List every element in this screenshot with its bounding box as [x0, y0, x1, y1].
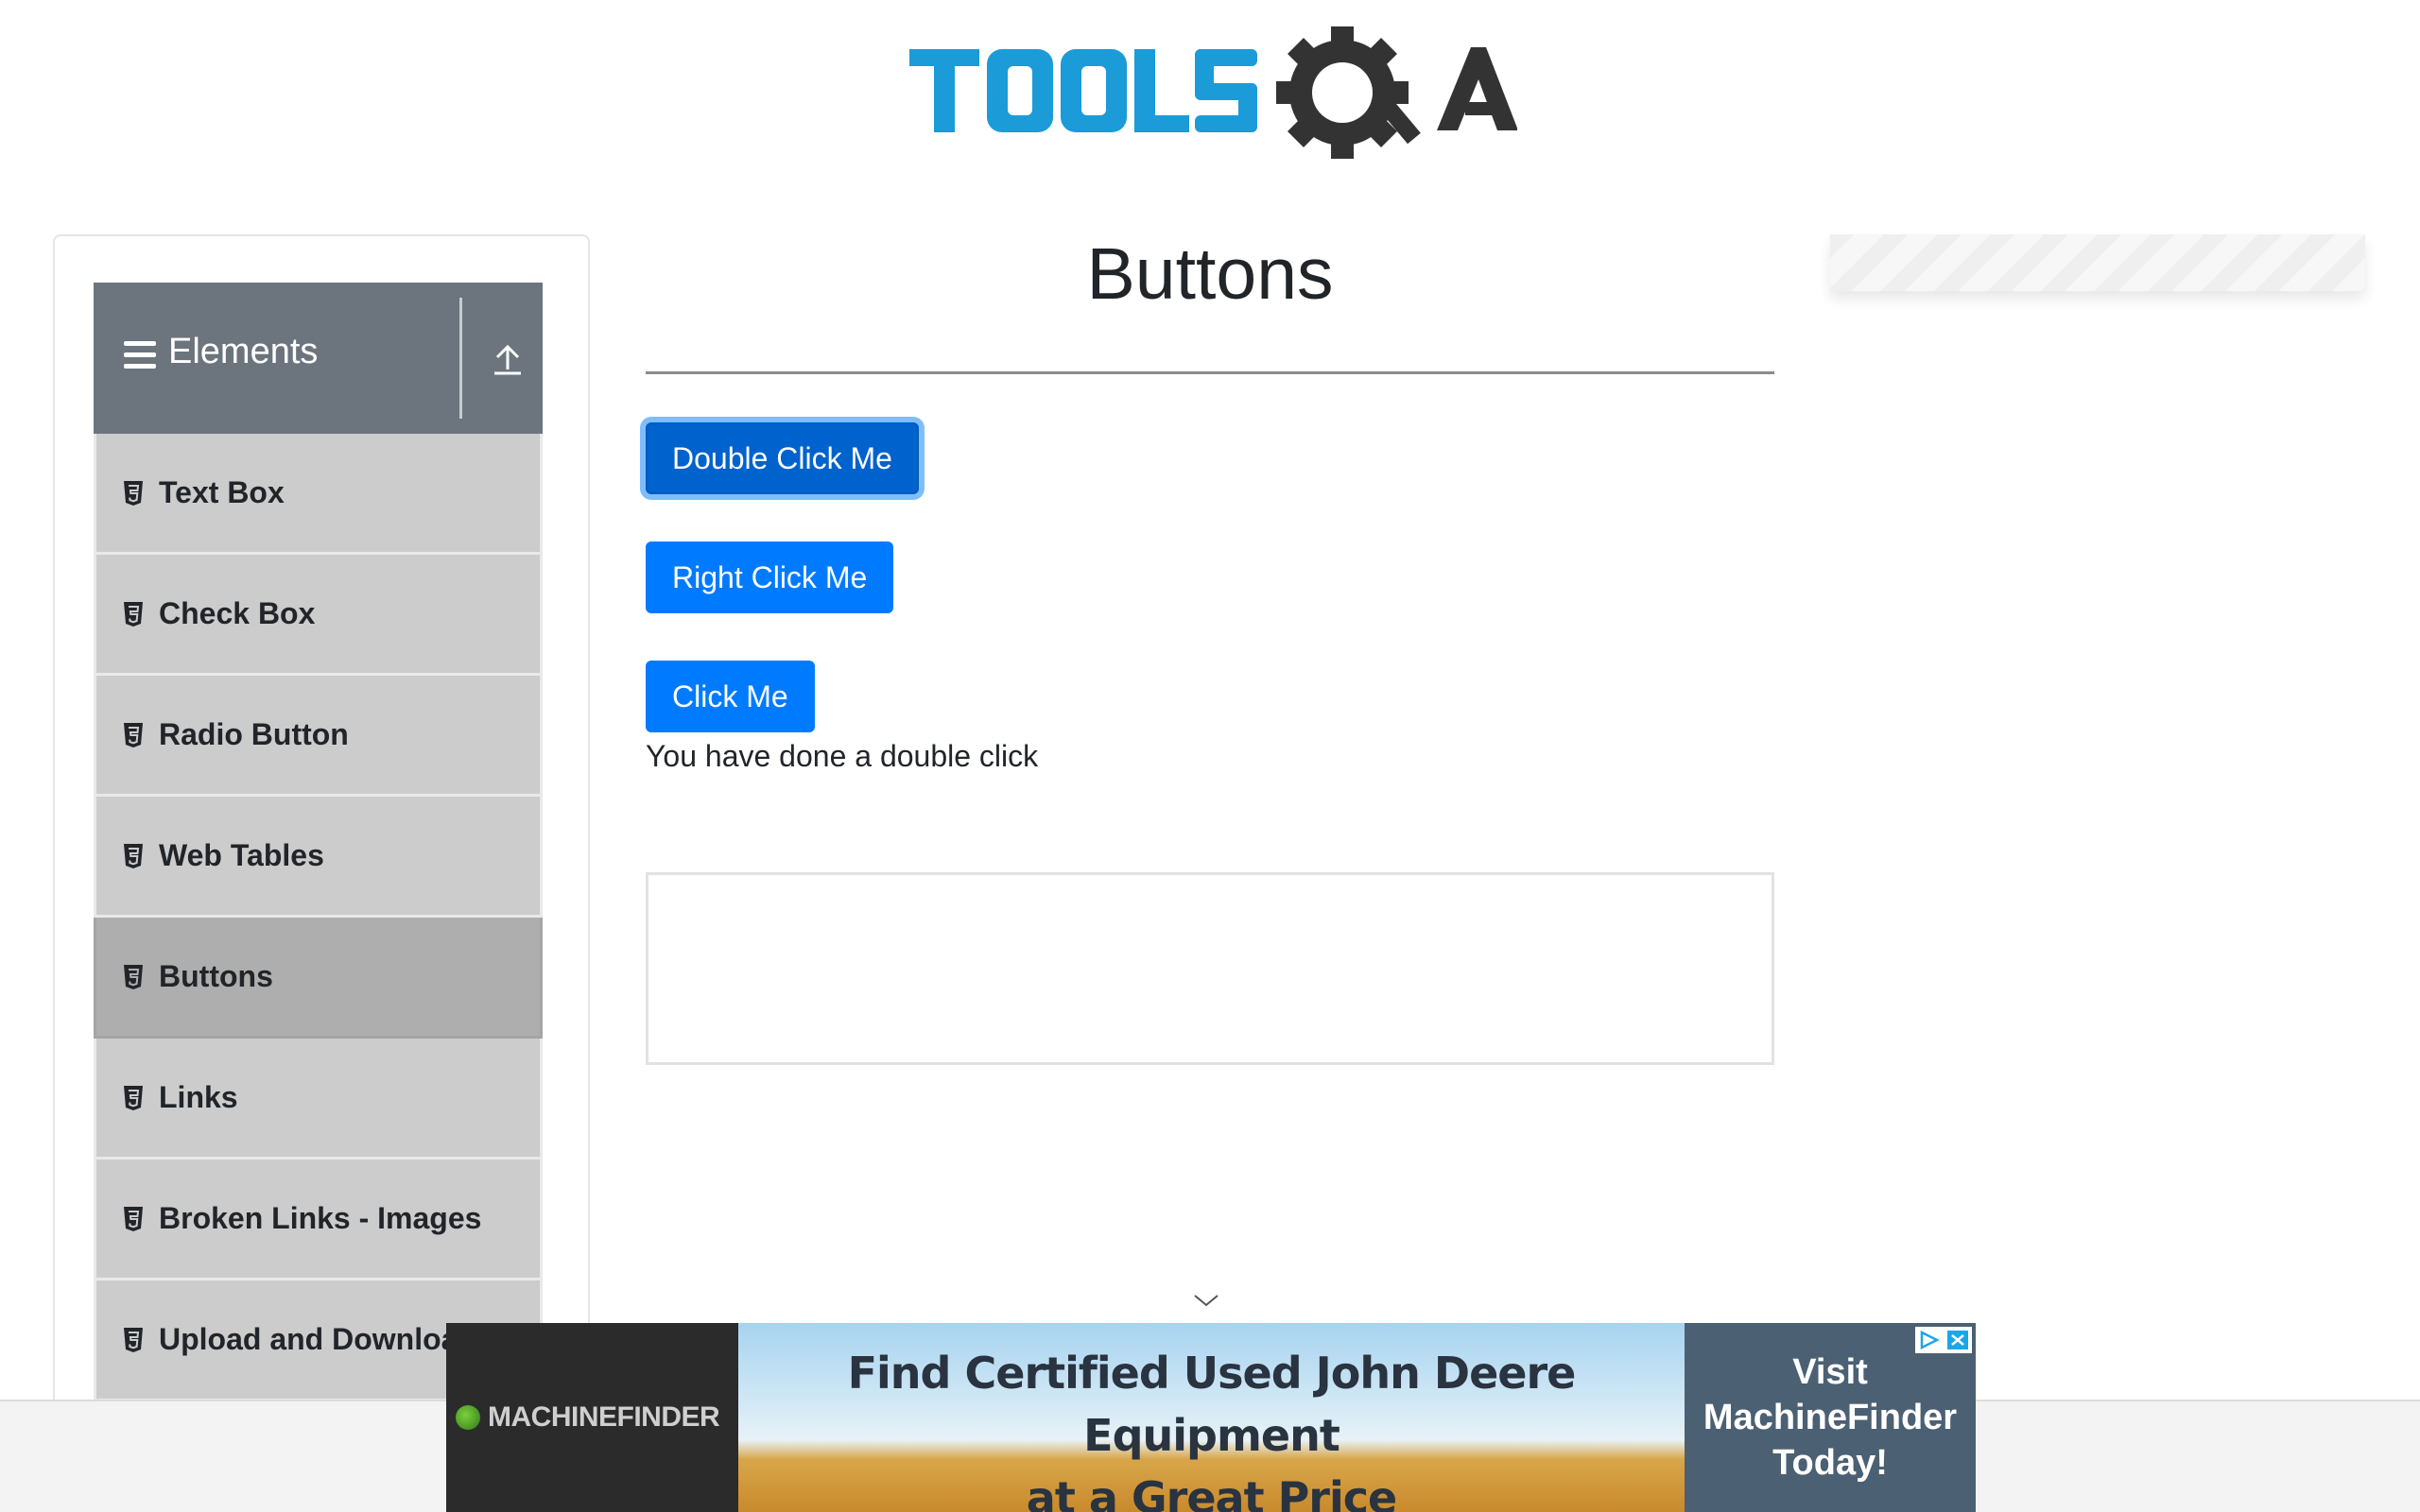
html5-doc-icon — [124, 1206, 143, 1231]
hamburger-icon — [124, 341, 156, 369]
chevron-down-icon[interactable] — [1193, 1293, 1219, 1308]
ad-cta-line3: Today! — [1772, 1443, 1888, 1483]
sidebar-item-broken-links[interactable]: Broken Links - Images — [94, 1160, 543, 1280]
ad-brand-label: MACHINEFINDER — [488, 1401, 720, 1433]
html5-doc-icon — [124, 601, 143, 627]
collapse-up-icon[interactable] — [491, 337, 525, 379]
side-ad-banner[interactable] — [1830, 234, 2365, 291]
sidebar-item-label: Text Box — [159, 475, 285, 509]
ad-cta-line1: Visit — [1792, 1352, 1868, 1392]
sidebar-item-web-tables[interactable]: Web Tables — [94, 797, 543, 918]
ad-placeholder-box — [646, 872, 1774, 1065]
sidebar-item-links[interactable]: Links — [94, 1039, 543, 1160]
ad-headline-line1: Find Certified Used John Deere Equipment — [847, 1348, 1577, 1461]
sidebar-item-label: Radio Button — [159, 717, 349, 751]
sidebar-item-buttons[interactable]: Buttons — [94, 918, 543, 1039]
toolsqa-logo[interactable] — [908, 26, 1517, 178]
elements-group-header[interactable]: Elements — [94, 283, 543, 434]
ad-headline-line2: at a Great Price — [1026, 1472, 1397, 1512]
ad-headline-panel: Find Certified Used John Deere Equipment… — [738, 1323, 1685, 1512]
site-header — [0, 0, 2420, 189]
adchoices-close-icon — [1947, 1331, 1968, 1349]
sidebar-item-label: Web Tables — [159, 838, 324, 872]
click-me-button[interactable]: Click Me — [646, 661, 815, 732]
sidebar-item-label: Broken Links - Images — [159, 1201, 482, 1235]
right-click-button[interactable]: Right Click Me — [646, 541, 894, 613]
html5-doc-icon — [124, 722, 143, 747]
page-title: Buttons — [1086, 233, 1334, 315]
sidebar-item-text-box[interactable]: Text Box — [94, 434, 543, 555]
sidebar-item-radio-button[interactable]: Radio Button — [94, 676, 543, 797]
sidebar-item-label: Links — [159, 1080, 238, 1114]
sidebar-item-label: Upload and Download — [159, 1322, 476, 1356]
toolsqa-logo-graphic — [909, 26, 1517, 159]
adchoices-icon[interactable] — [1915, 1327, 1972, 1353]
ad-brand: MACHINEFINDER — [446, 1323, 738, 1512]
ad-cta-line2: MachineFinder — [1703, 1398, 1958, 1437]
sidebar-item-label: Buttons — [159, 959, 273, 993]
machinefinder-logo-icon — [456, 1405, 480, 1430]
double-click-button[interactable]: Double Click Me — [646, 422, 919, 494]
sidebar-item-label: Check Box — [159, 596, 316, 630]
sidebar-item-check-box[interactable]: Check Box — [94, 555, 543, 676]
double-click-message: You have done a double click — [646, 739, 1039, 773]
ad-cta-panel[interactable]: Visit MachineFinder Today! — [1685, 1323, 1976, 1512]
html5-doc-icon — [124, 843, 143, 868]
html5-doc-icon — [124, 964, 143, 989]
html5-doc-icon — [124, 480, 143, 506]
header-divider — [459, 298, 462, 419]
elements-menu-list: Text Box Check Box Radio Button Web Tabl… — [94, 434, 543, 1401]
html5-doc-icon — [124, 1085, 143, 1110]
group-title: Elements — [168, 332, 319, 371]
html5-doc-icon — [124, 1327, 143, 1352]
bottom-banner-ad[interactable]: MACHINEFINDER Find Certified Used John D… — [446, 1323, 1976, 1512]
adchoices-play-icon — [1920, 1330, 1940, 1350]
title-divider — [646, 371, 1774, 374]
